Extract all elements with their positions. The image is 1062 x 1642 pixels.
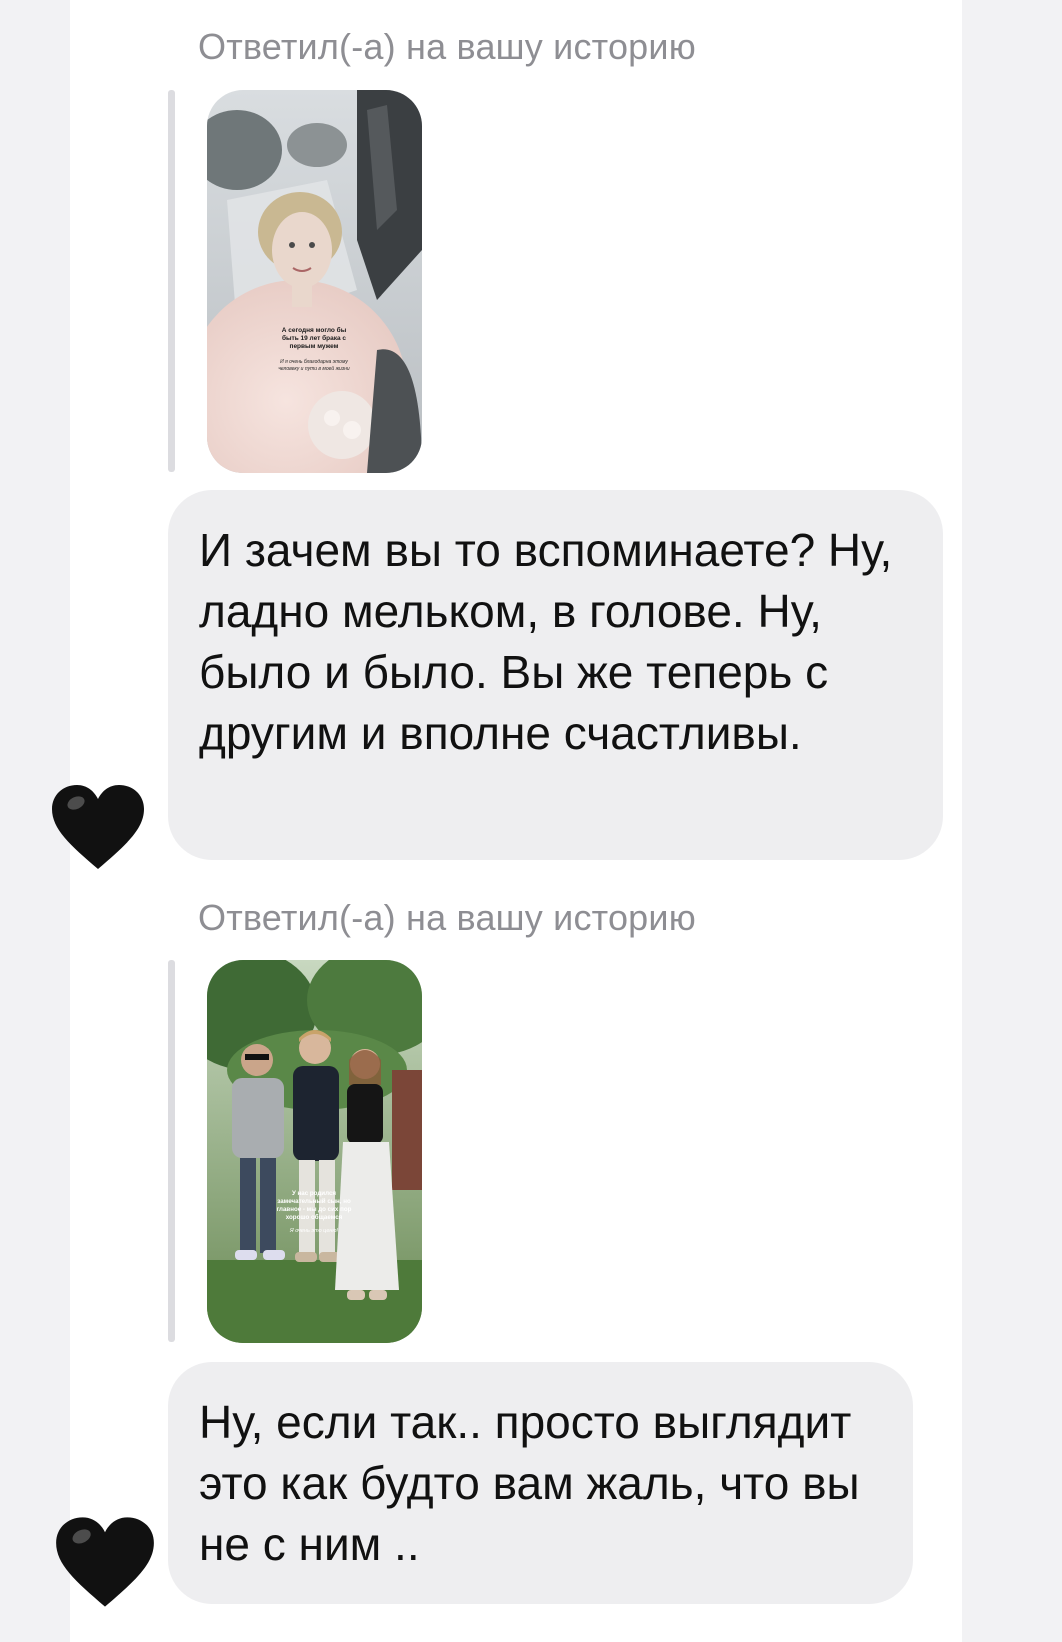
story-caption-line: быть 19 лет брака с <box>282 334 346 342</box>
story-reply-label: Ответил(-а) на вашу историю <box>198 897 696 938</box>
story-caption-line: Я очень это ценю! <box>289 1228 339 1234</box>
story-caption-line: человеку и пути в моей жизни <box>278 365 350 372</box>
story-caption-line: замечательный сын, но <box>277 1198 351 1205</box>
black-heart-icon[interactable] <box>50 783 146 878</box>
message-bubble[interactable]: Ну, если так.. просто выглядит это как б… <box>168 1362 913 1604</box>
story-thumbnail-wedding[interactable]: А сегодня могло бы быть 19 лет брака с п… <box>207 90 422 473</box>
family-photo-image: У нас родился замечательный сын, но глав… <box>207 960 422 1343</box>
story-thumbnail-family[interactable]: У нас родился замечательный сын, но глав… <box>207 960 422 1343</box>
story-caption-line: И я очень благодарна этому <box>280 359 348 365</box>
story-reply-label: Ответил(-а) на вашу историю <box>198 26 696 67</box>
black-heart-icon[interactable] <box>54 1515 156 1616</box>
story-caption-line: главное - мы до сих пор <box>277 1206 352 1213</box>
quote-bar <box>168 90 175 472</box>
quote-bar <box>168 960 175 1342</box>
story-caption-line: первым мужем <box>290 343 339 350</box>
story-caption-line: А сегодня могло бы <box>282 326 347 334</box>
message-bubble[interactable]: И зачем вы то вспоминаете? Ну, ладно мел… <box>168 490 943 860</box>
wedding-photo-image: А сегодня могло бы быть 19 лет брака с п… <box>207 90 422 473</box>
story-caption-line: У нас родился <box>292 1190 336 1197</box>
story-caption-line: хорошо общаемся <box>286 1214 343 1221</box>
